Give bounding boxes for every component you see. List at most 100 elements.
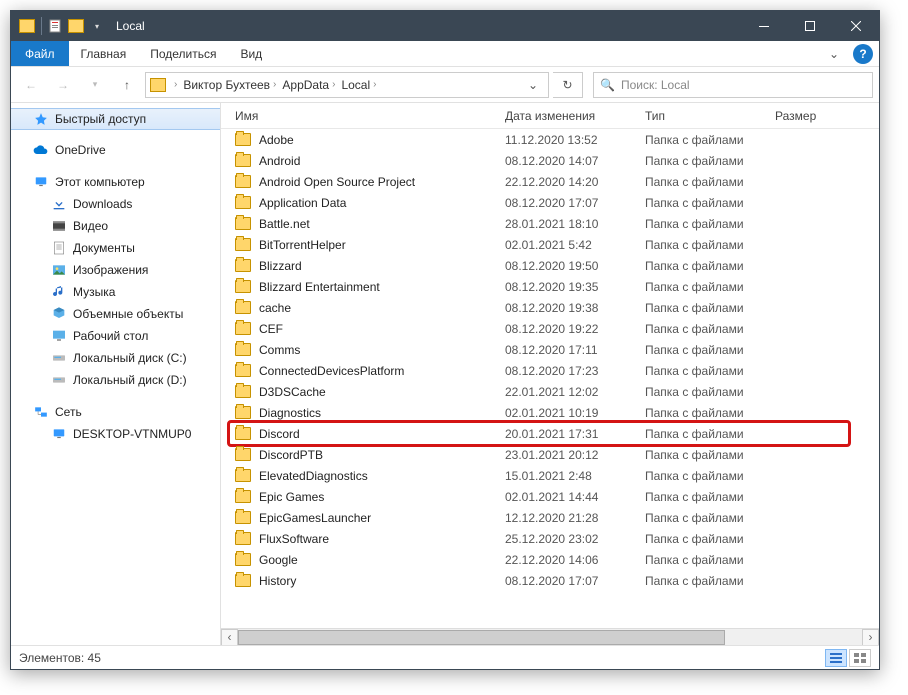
file-row[interactable]: ConnectedDevicesPlatform08.12.2020 17:23… — [221, 360, 879, 381]
file-row[interactable]: Android08.12.2020 14:07Папка с файлами — [221, 150, 879, 171]
file-row[interactable]: History08.12.2020 17:07Папка с файлами — [221, 570, 879, 591]
file-tab[interactable]: Файл — [11, 41, 69, 66]
file-row[interactable]: Battle.net28.01.2021 18:10Папка с файлам… — [221, 213, 879, 234]
qat-dropdown-icon[interactable]: ▾ — [90, 19, 104, 33]
file-list[interactable]: Adobe11.12.2020 13:52Папка с файламиAndr… — [221, 129, 879, 628]
sidebar-onedrive[interactable]: OneDrive — [11, 139, 220, 161]
folder-icon — [235, 196, 251, 209]
close-button[interactable] — [833, 11, 879, 41]
body: Быстрый доступ OneDrive Этот компьютер D… — [11, 103, 879, 645]
nav-recent-dropdown[interactable]: ▾ — [81, 72, 109, 98]
sidebar-item[interactable]: Музыка — [11, 281, 220, 303]
file-row[interactable]: DiscordPTB23.01.2021 20:12Папка с файлам… — [221, 444, 879, 465]
sidebar-label: OneDrive — [55, 143, 106, 157]
file-type: Папка с файлами — [645, 469, 795, 483]
navbar: ← → ▾ ↑ › Виктор Бухтеев› AppData› Local… — [11, 67, 879, 103]
file-name: Application Data — [259, 196, 505, 210]
sidebar-network-item[interactable]: DESKTOP-VTNMUP0 — [11, 423, 220, 445]
sidebar-quick-access[interactable]: Быстрый доступ — [11, 108, 220, 130]
sidebar-item[interactable]: Изображения — [11, 259, 220, 281]
sidebar-item[interactable]: Локальный диск (D:) — [11, 369, 220, 391]
file-row[interactable]: BitTorrentHelper02.01.2021 5:42Папка с ф… — [221, 234, 879, 255]
file-type: Папка с файлами — [645, 385, 795, 399]
file-row[interactable]: Epic Games02.01.2021 14:44Папка с файлам… — [221, 486, 879, 507]
scroll-track[interactable] — [238, 629, 862, 646]
file-name: Diagnostics — [259, 406, 505, 420]
file-row[interactable]: Adobe11.12.2020 13:52Папка с файлами — [221, 129, 879, 150]
tab-share[interactable]: Поделиться — [138, 41, 228, 66]
column-name[interactable]: Имя — [235, 109, 505, 123]
view-icons-button[interactable] — [849, 649, 871, 667]
refresh-button[interactable]: ↻ — [553, 72, 583, 98]
file-type: Папка с файлами — [645, 322, 795, 336]
sidebar-item[interactable]: Локальный диск (C:) — [11, 347, 220, 369]
file-row[interactable]: CEF08.12.2020 19:22Папка с файлами — [221, 318, 879, 339]
maximize-button[interactable] — [787, 11, 833, 41]
sidebar-label: Объемные объекты — [73, 307, 183, 321]
sidebar-item[interactable]: Рабочий стол — [11, 325, 220, 347]
tab-view[interactable]: Вид — [228, 41, 274, 66]
file-row[interactable]: Discord20.01.2021 17:31Папка с файлами — [221, 423, 879, 444]
sidebar-item[interactable]: Объемные объекты — [11, 303, 220, 325]
file-row[interactable]: Diagnostics02.01.2021 10:19Папка с файла… — [221, 402, 879, 423]
file-row[interactable]: Blizzard08.12.2020 19:50Папка с файлами — [221, 255, 879, 276]
nav-forward-button[interactable]: → — [49, 72, 77, 98]
help-button[interactable]: ? — [853, 44, 873, 64]
main-panel: Имя Дата изменения Тип Размер Adobe11.12… — [221, 103, 879, 645]
sidebar-item[interactable]: Документы — [11, 237, 220, 259]
file-row[interactable]: Application Data08.12.2020 17:07Папка с … — [221, 192, 879, 213]
properties-icon[interactable] — [48, 19, 62, 33]
status-bar: Элементов: 45 — [11, 645, 879, 669]
file-type: Папка с файлами — [645, 532, 795, 546]
breadcrumb-item[interactable]: Виктор Бухтеев› — [181, 78, 278, 92]
file-row[interactable]: Blizzard Entertainment08.12.2020 19:35Па… — [221, 276, 879, 297]
nav-up-button[interactable]: ↑ — [113, 72, 141, 98]
file-row[interactable]: D3DSCache22.01.2021 12:02Папка с файлами — [221, 381, 879, 402]
file-row[interactable]: Android Open Source Project22.12.2020 14… — [221, 171, 879, 192]
breadcrumb-item[interactable]: Local› — [339, 78, 378, 92]
file-name: ElevatedDiagnostics — [259, 469, 505, 483]
file-type: Папка с файлами — [645, 490, 795, 504]
column-size[interactable]: Размер — [775, 109, 879, 123]
sidebar-item[interactable]: Downloads — [11, 193, 220, 215]
tab-home[interactable]: Главная — [69, 41, 139, 66]
nav-back-button[interactable]: ← — [17, 72, 45, 98]
folder-icon — [235, 343, 251, 356]
sidebar-label: Видео — [73, 219, 108, 233]
column-date[interactable]: Дата изменения — [505, 109, 645, 123]
search-input[interactable]: 🔍 Поиск: Local — [593, 72, 873, 98]
file-row[interactable]: cache08.12.2020 19:38Папка с файлами — [221, 297, 879, 318]
view-details-button[interactable] — [825, 649, 847, 667]
file-row[interactable]: Google22.12.2020 14:06Папка с файлами — [221, 549, 879, 570]
scroll-right-button[interactable]: › — [862, 629, 879, 646]
breadcrumb-chevron[interactable]: › — [172, 79, 179, 90]
file-row[interactable]: FluxSoftware25.12.2020 23:02Папка с файл… — [221, 528, 879, 549]
sidebar-label: Быстрый доступ — [55, 112, 146, 126]
file-date: 22.12.2020 14:20 — [505, 175, 645, 189]
address-dropdown-icon[interactable]: ⌄ — [522, 78, 544, 92]
sidebar-this-pc[interactable]: Этот компьютер — [11, 171, 220, 193]
file-type: Папка с файлами — [645, 406, 795, 420]
file-row[interactable]: ElevatedDiagnostics15.01.2021 2:48Папка … — [221, 465, 879, 486]
scroll-left-button[interactable]: ‹ — [221, 629, 238, 646]
new-folder-icon[interactable] — [68, 19, 84, 33]
sidebar-network[interactable]: Сеть — [11, 401, 220, 423]
breadcrumb-item[interactable]: AppData› — [280, 78, 337, 92]
scroll-thumb[interactable] — [238, 630, 725, 645]
quick-access-toolbar: ▾ — [11, 17, 112, 35]
file-row[interactable]: Comms08.12.2020 17:11Папка с файлами — [221, 339, 879, 360]
file-date: 22.12.2020 14:06 — [505, 553, 645, 567]
folder-icon — [150, 78, 166, 92]
horizontal-scrollbar[interactable]: ‹ › — [221, 628, 879, 645]
view-switcher — [825, 649, 871, 667]
address-bar[interactable]: › Виктор Бухтеев› AppData› Local› ⌄ — [145, 72, 549, 98]
file-row[interactable]: EpicGamesLauncher12.12.2020 21:28Папка с… — [221, 507, 879, 528]
file-name: Comms — [259, 343, 505, 357]
minimize-button[interactable] — [741, 11, 787, 41]
column-type[interactable]: Тип — [645, 109, 775, 123]
file-name: Epic Games — [259, 490, 505, 504]
ribbon-expand-icon[interactable]: ⌄ — [821, 41, 847, 66]
folder-icon — [235, 217, 251, 230]
sidebar-item[interactable]: Видео — [11, 215, 220, 237]
folder-icon — [235, 511, 251, 524]
